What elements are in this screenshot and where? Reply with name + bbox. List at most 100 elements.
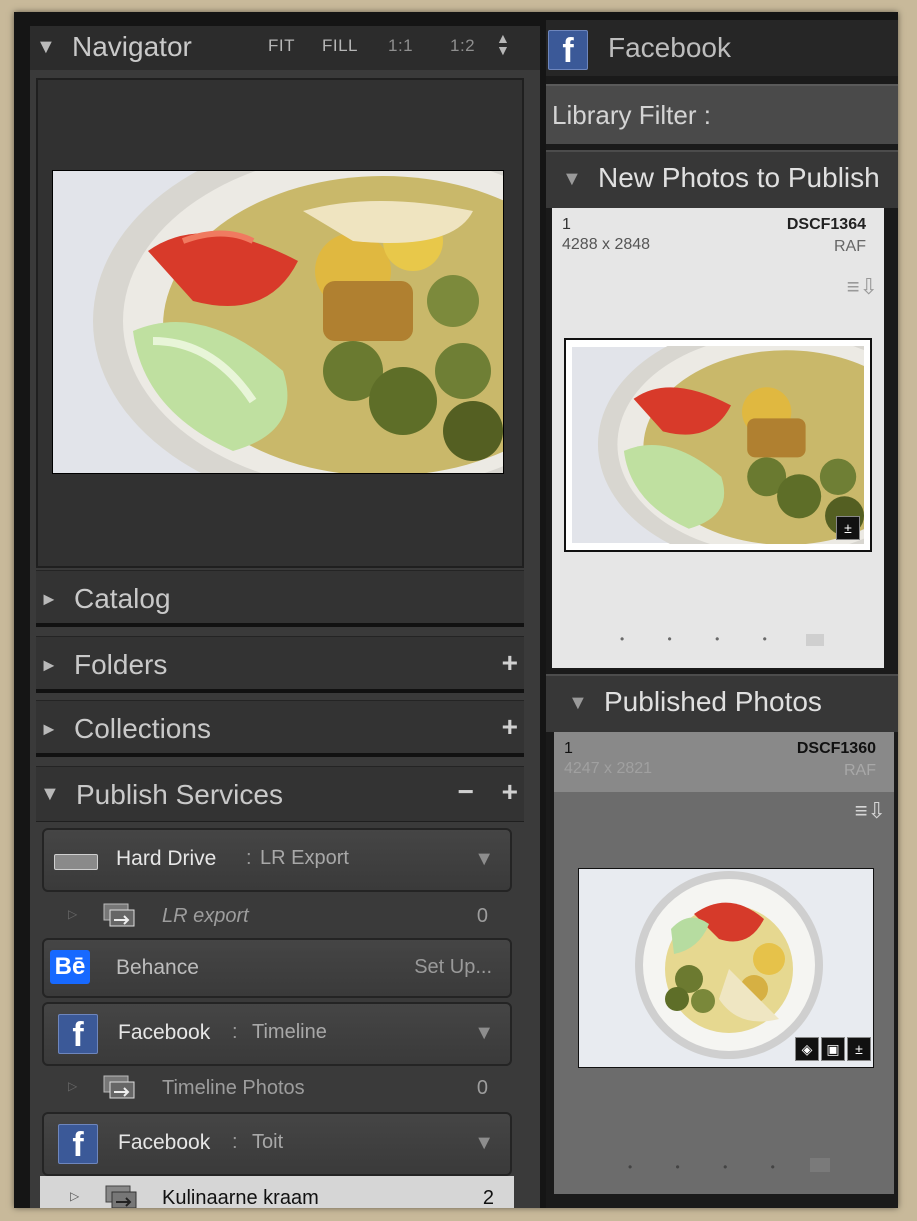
disclosure-triangle-open-icon[interactable]: ▼	[40, 783, 60, 806]
catalog-panel-header[interactable]: ► Catalog	[36, 570, 524, 627]
expand-triangle-icon[interactable]: ▷	[68, 907, 77, 921]
navigator-preview-image[interactable]	[52, 131, 633, 511]
facebook-icon: f	[548, 30, 588, 70]
service-header: f Facebook	[546, 20, 898, 76]
published-photos-title: Published Photos	[604, 686, 822, 717]
library-filter-label: Library Filter :	[552, 100, 711, 130]
separator-colon: :	[232, 1021, 238, 1043]
service-menu-arrow-icon[interactable]: ▼	[474, 1022, 494, 1045]
service-title: Facebook	[608, 32, 731, 63]
zoom-fill[interactable]: FILL	[322, 36, 358, 56]
facebook-icon: f	[58, 1014, 98, 1054]
new-photos-title: New Photos to Publish	[598, 162, 880, 193]
photo-filetype: RAF	[844, 762, 876, 779]
color-label-icon[interactable]	[806, 634, 824, 646]
disclosure-triangle-closed-icon[interactable]: ►	[40, 589, 58, 610]
service-facebook-timeline[interactable]: f Facebook : Timeline ▼	[42, 1002, 512, 1066]
thumbnail-frame[interactable]: ±	[564, 338, 872, 552]
publish-services-title: Publish Services	[76, 779, 283, 810]
behance-icon: Bē	[50, 950, 90, 984]
expand-triangle-icon[interactable]: ▷	[68, 1079, 77, 1093]
divider	[36, 689, 524, 693]
disclosure-triangle-closed-icon[interactable]: ►	[40, 655, 58, 676]
folders-panel-header[interactable]: ► Folders +	[36, 636, 524, 693]
food-thumbnail	[572, 346, 864, 544]
develop-adjustment-badge-icon: ±	[847, 1037, 871, 1061]
add-folder-plus-icon[interactable]: +	[502, 647, 518, 679]
published-collection-icon	[105, 1185, 137, 1208]
service-account: LR Export	[260, 847, 349, 869]
disclosure-triangle-open-icon[interactable]: ▼	[568, 692, 588, 715]
new-photos-header[interactable]: ▼ New Photos to Publish	[546, 150, 898, 208]
disclosure-triangle-closed-icon[interactable]: ►	[40, 719, 58, 740]
zoom-1-2[interactable]: 1:2	[450, 36, 475, 56]
right-panel: f Facebook Library Filter : ▼ New Photos…	[546, 20, 898, 1208]
photo-filetype: RAF	[834, 238, 866, 255]
disclosure-triangle-open-icon[interactable]: ▼	[36, 36, 56, 59]
develop-adjustment-badge-icon: ±	[836, 516, 860, 540]
new-photo-cell[interactable]: 1 4288 x 2848 DSCF1364 RAF ≡⇩ ± • • • • …	[552, 208, 884, 668]
published-collection-icon	[103, 903, 135, 927]
separator-colon: :	[232, 1131, 238, 1153]
folders-title: Folders	[74, 649, 168, 680]
divider	[36, 623, 524, 627]
library-filter-bar[interactable]: Library Filter :	[546, 84, 898, 144]
divider	[36, 753, 524, 757]
separator-colon: :	[246, 847, 252, 869]
collection-name: LR export	[162, 905, 249, 927]
navigator-preview-area	[36, 78, 633, 568]
facebook-icon: f	[58, 1124, 98, 1164]
collection-lr-export[interactable]: ▷ LR export 0	[42, 894, 508, 938]
remove-service-minus-icon[interactable]: −	[458, 776, 474, 808]
service-name: Facebook	[118, 1131, 211, 1154]
zoom-1-1[interactable]: 1:1	[388, 36, 413, 56]
left-panel: ▼ Navigator FIT FILL 1:1 1:2 ▲ ▼ ► Catal…	[30, 26, 633, 1208]
crop-badge-icon: ▣	[821, 1037, 845, 1061]
service-name: Behance	[116, 956, 199, 979]
collection-name: Kulinaarne kraam	[162, 1187, 319, 1208]
zoom-fit[interactable]: FIT	[268, 36, 295, 56]
photo-filename: DSCF1360	[796, 740, 876, 757]
disclosure-triangle-open-icon[interactable]: ▼	[562, 168, 582, 191]
service-facebook-toit[interactable]: f Facebook : Toit ▼	[42, 1112, 512, 1176]
collection-count: 0	[476, 905, 488, 927]
collection-kulinaarne-kraam-selected[interactable]: ▷ Kulinaarne kraam 2	[40, 1176, 514, 1208]
navigator-header[interactable]: ▼ Navigator FIT FILL 1:1 1:2 ▲ ▼	[30, 26, 540, 70]
service-hard-drive[interactable]: Hard Drive : LR Export ▼	[42, 828, 512, 892]
add-service-plus-icon[interactable]: +	[502, 776, 518, 808]
published-photos-header[interactable]: ▼ Published Photos	[546, 674, 898, 732]
service-name: Facebook	[118, 1021, 211, 1044]
service-menu-arrow-icon[interactable]: ▼	[474, 848, 494, 871]
set-up-button[interactable]: Set Up...	[414, 956, 492, 979]
service-behance[interactable]: Bē Behance Set Up...	[42, 938, 512, 998]
lightroom-window: ▼ Navigator FIT FILL 1:1 1:2 ▲ ▼ ► Catal…	[14, 12, 898, 1208]
add-collection-plus-icon[interactable]: +	[502, 711, 518, 743]
collections-title: Collections	[74, 713, 211, 744]
navigator-title: Navigator	[72, 31, 192, 62]
hard-drive-icon	[54, 854, 98, 870]
rating-dots[interactable]: • • • • •	[620, 632, 834, 646]
keyword-tag-badge-icon: ◈	[795, 1037, 819, 1061]
color-label-icon[interactable]	[810, 1158, 830, 1172]
publish-services-header[interactable]: ▼ Publish Services − +	[36, 766, 524, 822]
thumbnail-frame[interactable]: ◈ ▣ ±	[578, 868, 874, 1068]
service-account: Toit	[252, 1131, 284, 1153]
sort-menu-icon[interactable]: ≡⇩	[855, 798, 886, 824]
photo-index: 1	[564, 740, 573, 757]
expand-triangle-icon[interactable]: ▷	[70, 1189, 79, 1203]
service-name: Hard Drive	[116, 847, 217, 870]
service-account: Timeline	[252, 1021, 327, 1043]
service-menu-arrow-icon[interactable]: ▼	[474, 1132, 494, 1155]
catalog-title: Catalog	[74, 583, 171, 614]
photo-dimensions: 4288 x 2848	[562, 236, 651, 253]
photo-filename: DSCF1364	[786, 216, 866, 233]
food-photo	[53, 131, 633, 511]
sort-menu-icon[interactable]: ≡⇩	[847, 274, 878, 300]
collections-panel-header[interactable]: ► Collections +	[36, 700, 524, 757]
published-collection-icon	[103, 1075, 135, 1099]
collection-timeline-photos[interactable]: ▷ Timeline Photos 0	[42, 1066, 508, 1110]
published-photo-cell[interactable]: 1 4247 x 2821 DSCF1360 RAF ≡⇩ ◈ ▣ ± • • …	[554, 732, 894, 1194]
photo-dimensions: 4247 x 2821	[564, 760, 653, 777]
collection-name: Timeline Photos	[162, 1077, 305, 1099]
zoom-stepper-icon[interactable]: ▲ ▼	[496, 31, 510, 57]
